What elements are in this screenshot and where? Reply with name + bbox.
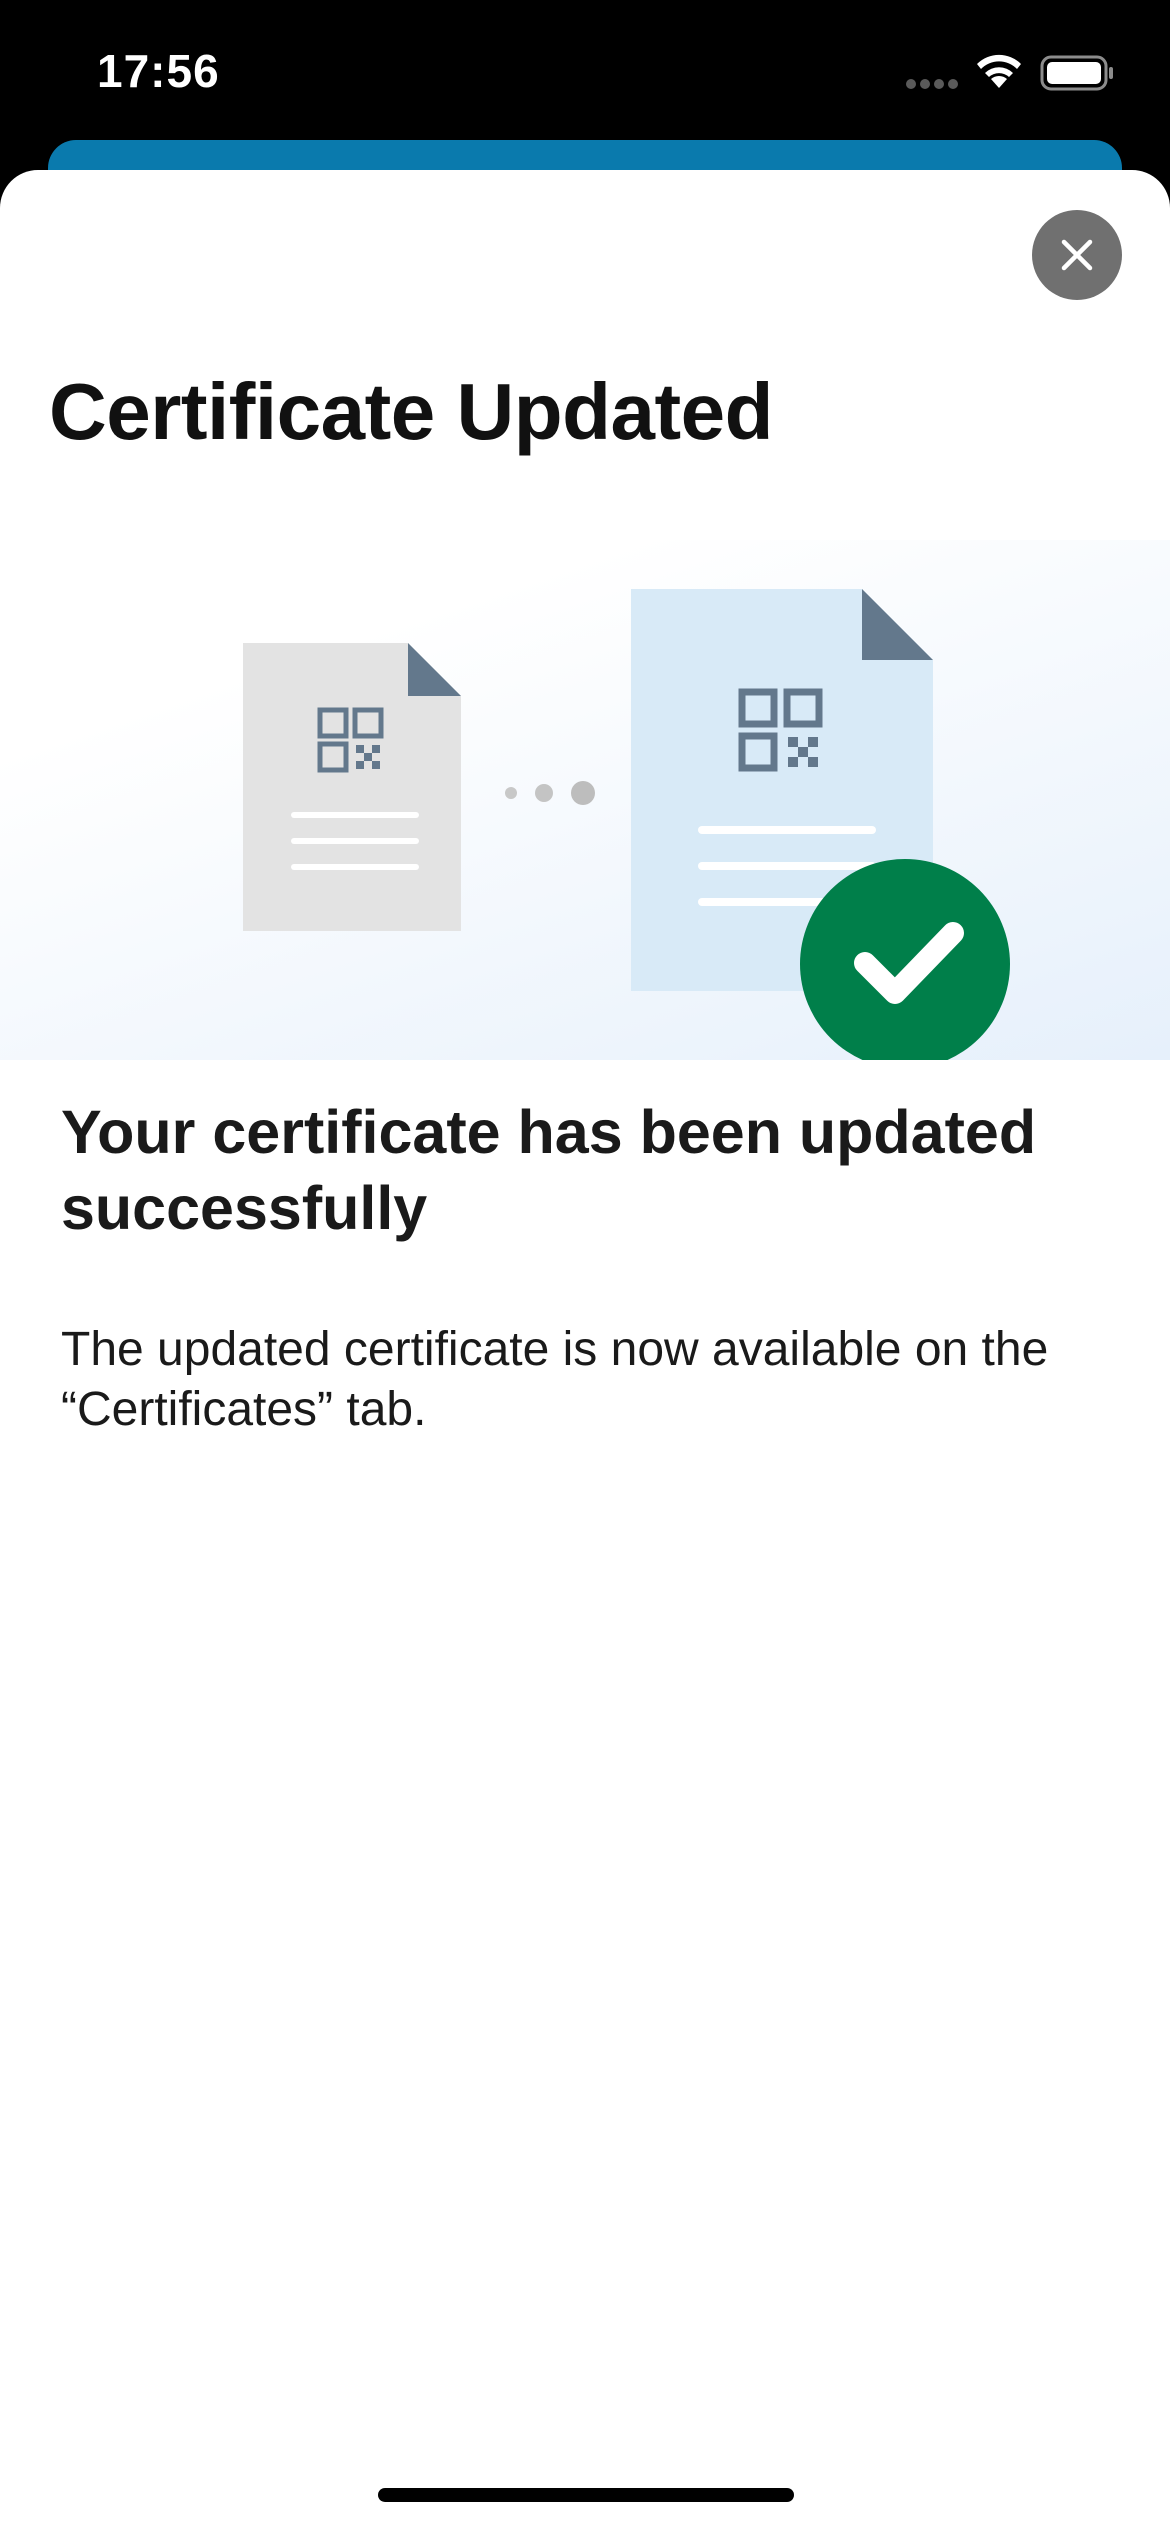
battery-icon <box>1040 55 1113 91</box>
home-indicator[interactable] <box>378 2488 794 2502</box>
modal-sheet: Certificate Updated Your certificate has… <box>0 170 1170 2532</box>
close-button[interactable] <box>1032 210 1122 300</box>
screen: 17:56 Certificate Updated Your certifica… <box>0 0 1170 2532</box>
status-bar: 17:56 <box>0 0 1170 140</box>
cellular-signal-icon <box>906 79 958 89</box>
old-certificate-icon <box>243 643 461 931</box>
checkmark-icon <box>800 859 1010 1060</box>
success-description: The updated certificate is now available… <box>61 1323 1049 1436</box>
close-icon <box>1061 239 1093 271</box>
status-time: 17:56 <box>97 45 220 97</box>
success-headline: Your certificate has been updated succes… <box>61 1098 1037 1242</box>
page-title: Certificate Updated <box>49 367 773 456</box>
wifi-icon <box>977 54 1021 88</box>
certificate-updated-illustration <box>0 540 1170 1060</box>
